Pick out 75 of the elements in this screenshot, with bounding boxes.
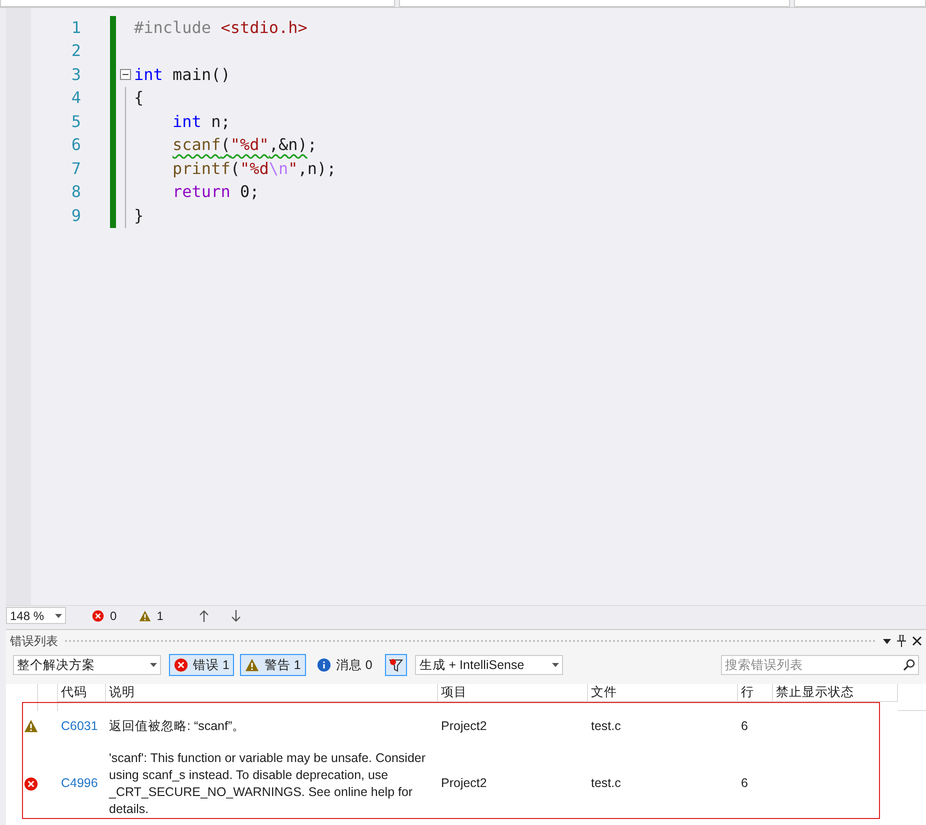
file-cell-text: test.c: [590, 718, 622, 736]
error-icon: [92, 610, 104, 622]
column-header[interactable]: 文件: [588, 684, 738, 702]
info-icon: [316, 658, 331, 672]
line-number: 3: [70, 64, 81, 86]
error-code-link[interactable]: C4996: [58, 774, 106, 794]
error-filter-button[interactable]: 错误 1: [169, 654, 234, 676]
line-number: 6: [70, 134, 81, 156]
line-cell-text: 6: [740, 775, 749, 792]
code-token: <stdio.h>: [220, 16, 308, 39]
line-number: 1: [70, 16, 81, 39]
caret-icon: [552, 663, 560, 667]
error-count: 0: [110, 608, 117, 624]
project-cell-text: Project2: [440, 775, 488, 792]
line-number: 9: [70, 204, 81, 227]
error-icon: [24, 776, 38, 791]
warning-filter-button[interactable]: 警告 1: [240, 654, 306, 676]
pin-icon[interactable]: [897, 635, 906, 647]
code-token: return: [172, 181, 230, 204]
scope-dropdown[interactable]: 整个解决方案: [13, 655, 161, 675]
panel-title: 错误列表: [10, 633, 58, 650]
info-filter-button[interactable]: 消息 0: [312, 654, 378, 676]
code-token: #include: [134, 16, 212, 39]
code-token: ": [288, 158, 298, 180]
code-token: {: [134, 87, 144, 110]
error-icon: [174, 658, 188, 672]
filter-icon: [389, 658, 404, 672]
code-token: ,n);: [298, 158, 336, 180]
line-cell-text: 6: [740, 718, 749, 736]
collapse-icon[interactable]: [120, 69, 130, 80]
description-cell-text: 返回值被忽略: “scanf”。: [108, 718, 246, 735]
code-token: main(): [172, 64, 230, 86]
up-arrow-icon[interactable]: [199, 610, 210, 622]
filter-toggle-button[interactable]: [385, 654, 408, 676]
code-token: "%d: [240, 158, 269, 180]
code-token: 0;: [238, 181, 260, 204]
project-cell-text: Project2: [440, 718, 488, 736]
column-header[interactable]: 项目: [438, 684, 588, 702]
code-token: "%d": [230, 134, 269, 156]
code-token: n;: [210, 110, 230, 133]
column-header[interactable]: 行: [738, 684, 773, 702]
line-number: 2: [70, 40, 81, 62]
search-icon: [903, 659, 915, 671]
code-token: (: [230, 158, 240, 180]
column-header[interactable]: 禁止显示状态: [773, 684, 898, 702]
line-number: 8: [70, 181, 81, 204]
description-cell-text: 'scanf': This function or variable may be unsafe. Consider using scanf_s instead. To disable deprecation, use _CRT_SECURE_NO_WARNINGS. See online help for details.: [108, 750, 427, 818]
code-token: scanf: [172, 134, 221, 156]
caret-icon: [150, 663, 157, 667]
code-token: }: [134, 204, 144, 227]
code-token: printf: [172, 158, 230, 180]
line-number: 5: [70, 110, 81, 133]
zoom-dropdown[interactable]: 148 %: [6, 607, 66, 624]
down-arrow-icon[interactable]: [231, 610, 242, 622]
code-token: ;: [307, 134, 318, 156]
code-token: int: [172, 110, 202, 133]
dropdown-icon[interactable]: [883, 638, 891, 644]
line-number: 7: [70, 158, 81, 180]
code-token: \n: [268, 158, 288, 180]
error-code-link[interactable]: C6031: [58, 717, 106, 736]
column-header[interactable]: 代码: [58, 684, 106, 702]
warning-icon: [24, 719, 38, 734]
close-icon[interactable]: [912, 636, 922, 646]
column-header[interactable]: 说明: [106, 684, 438, 702]
warning-icon: [245, 658, 260, 672]
warning-count: 1: [156, 608, 164, 624]
line-number: 4: [70, 87, 81, 110]
code-token: (: [220, 134, 230, 156]
warning-icon: [138, 610, 151, 622]
file-cell-text: test.c: [590, 775, 622, 792]
source-dropdown[interactable]: 生成 + IntelliSense: [415, 655, 564, 675]
search-field[interactable]: 搜索错误列表: [721, 655, 919, 675]
caret-icon: [55, 614, 62, 618]
code-token: int: [134, 64, 163, 86]
code-token: ,&n): [268, 134, 308, 156]
